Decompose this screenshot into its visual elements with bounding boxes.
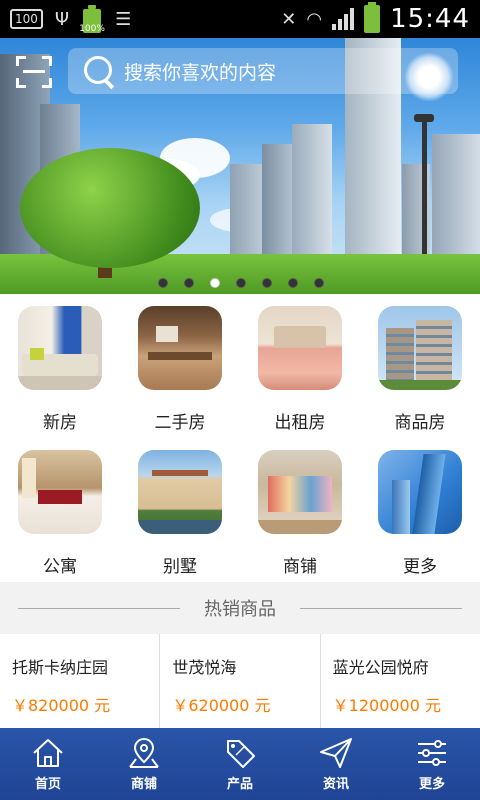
product-card[interactable]: 蓝光公园悦府 ￥1200000 元: [321, 634, 480, 728]
category-shop[interactable]: 商铺: [240, 438, 360, 582]
tab-products[interactable]: 产品: [192, 728, 288, 800]
product-name: 世茂悦海: [172, 658, 237, 677]
sliders-icon: [418, 740, 446, 766]
category-commercial-housing[interactable]: 商品房: [360, 294, 480, 438]
battery-icon: [364, 2, 381, 33]
wifi-icon: ◠: [306, 8, 323, 30]
skyscraper-photo: [378, 450, 462, 534]
category-label: 公寓: [43, 557, 77, 577]
section-title: 热销商品: [186, 595, 294, 621]
hot-section-header: 热销商品: [0, 582, 480, 634]
hot-products: 托斯卡纳庄园 ￥820000 元 世茂悦海 ￥620000 元 蓝光公园悦府 ￥…: [0, 634, 480, 728]
divider: [300, 608, 462, 609]
category-second-hand[interactable]: 二手房: [120, 294, 240, 438]
product-card[interactable]: 世茂悦海 ￥620000 元: [160, 634, 321, 728]
search-bar[interactable]: 搜索你喜欢的内容: [68, 48, 458, 94]
category-label: 别墅: [163, 557, 197, 577]
tab-news[interactable]: 资讯: [288, 728, 384, 800]
category-apartment[interactable]: 公寓: [0, 438, 120, 582]
carousel-dot[interactable]: [262, 278, 272, 288]
carousel-dot[interactable]: [184, 278, 194, 288]
category-label: 新房: [43, 413, 77, 433]
product-name: 蓝光公园悦府: [332, 658, 429, 677]
product-card[interactable]: 托斯卡纳庄园 ￥820000 元: [0, 634, 161, 728]
tab-label: 首页: [34, 777, 61, 792]
bottom-nav: 首页 商铺 产品 资讯 更多: [0, 728, 480, 800]
living-room-photo: [18, 306, 102, 390]
tab-shops[interactable]: 商铺: [96, 728, 192, 800]
tab-label: 商铺: [130, 777, 157, 792]
carousel-dot[interactable]: [210, 278, 220, 288]
category-new-house[interactable]: 新房: [0, 294, 120, 438]
status-bar: 100 Ψ 100% ☰ ✕ ◠ 15:44: [0, 0, 480, 38]
category-rental[interactable]: 出租房: [240, 294, 360, 438]
carousel-dots: [158, 278, 324, 288]
carousel-dot[interactable]: [158, 278, 168, 288]
carousel-dot[interactable]: [288, 278, 298, 288]
lamp-head: [414, 114, 434, 122]
category-label: 商品房: [394, 413, 446, 433]
tab-label: 更多: [418, 777, 445, 792]
clock: 15:44: [390, 4, 470, 34]
battery-percent: 100%: [79, 24, 105, 34]
category-label: 商铺: [283, 557, 317, 577]
tree: [20, 148, 200, 268]
divider: [18, 608, 180, 609]
notification-badge: 100: [10, 9, 43, 29]
scan-icon[interactable]: [16, 56, 52, 88]
shop-photo: [258, 450, 342, 534]
search-icon: [82, 54, 116, 88]
usb-icon: Ψ: [54, 8, 70, 30]
product-price: ￥1200000 元: [332, 696, 442, 715]
building: [292, 124, 332, 264]
document-icon: ☰: [115, 8, 132, 30]
hotel-room-photo: [18, 450, 102, 534]
product-name: 托斯卡纳庄园: [12, 658, 109, 677]
category-grid: 新房 二手房 出租房 商品房 公寓 别墅 商铺 更多: [0, 294, 480, 582]
building: [432, 134, 480, 264]
banner-carousel[interactable]: 搜索你喜欢的内容: [0, 38, 480, 294]
signal-icon: [332, 8, 355, 30]
bedroom-photo: [258, 306, 342, 390]
tab-label: 资讯: [322, 777, 349, 792]
apartment-building-photo: [378, 306, 462, 390]
tab-more[interactable]: 更多: [384, 728, 480, 800]
lamp-post: [422, 118, 427, 268]
tab-label: 产品: [226, 777, 253, 792]
product-price: ￥620000 元: [172, 696, 271, 715]
kitchen-photo: [138, 306, 222, 390]
category-label: 更多: [403, 557, 437, 577]
product-price: ￥820000 元: [12, 696, 111, 715]
battery-status-icon: 100%: [79, 5, 105, 34]
category-label: 出租房: [274, 413, 326, 433]
category-label: 二手房: [154, 413, 206, 433]
sale-tag-icon: [227, 740, 255, 768]
tab-home[interactable]: 首页: [0, 728, 96, 800]
map-pin-icon: [129, 737, 159, 768]
paper-plane-icon: [320, 738, 352, 768]
home-icon: [33, 739, 63, 767]
villa-photo: [138, 450, 222, 534]
category-villa[interactable]: 别墅: [120, 438, 240, 582]
category-more[interactable]: 更多: [360, 438, 480, 582]
carousel-dot[interactable]: [314, 278, 324, 288]
search-placeholder: 搜索你喜欢的内容: [124, 61, 277, 84]
mute-icon: ✕: [281, 8, 297, 30]
carousel-dot[interactable]: [236, 278, 246, 288]
